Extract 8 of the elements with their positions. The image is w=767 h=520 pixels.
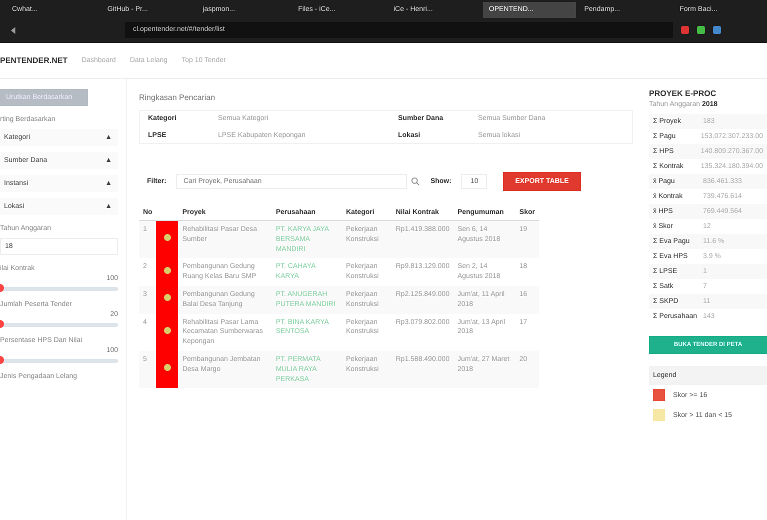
summary-title: Ringkasan Pencarian [139,93,216,102]
slider-track[interactable] [0,323,118,327]
slider-track[interactable] [0,359,118,363]
back-icon[interactable] [10,26,17,34]
search-icon [411,177,420,186]
slider-track[interactable] [0,287,118,291]
panel-title: PROYEK E-PROC [649,89,718,98]
brand-logo[interactable]: PENTENDER.NET [0,56,68,65]
